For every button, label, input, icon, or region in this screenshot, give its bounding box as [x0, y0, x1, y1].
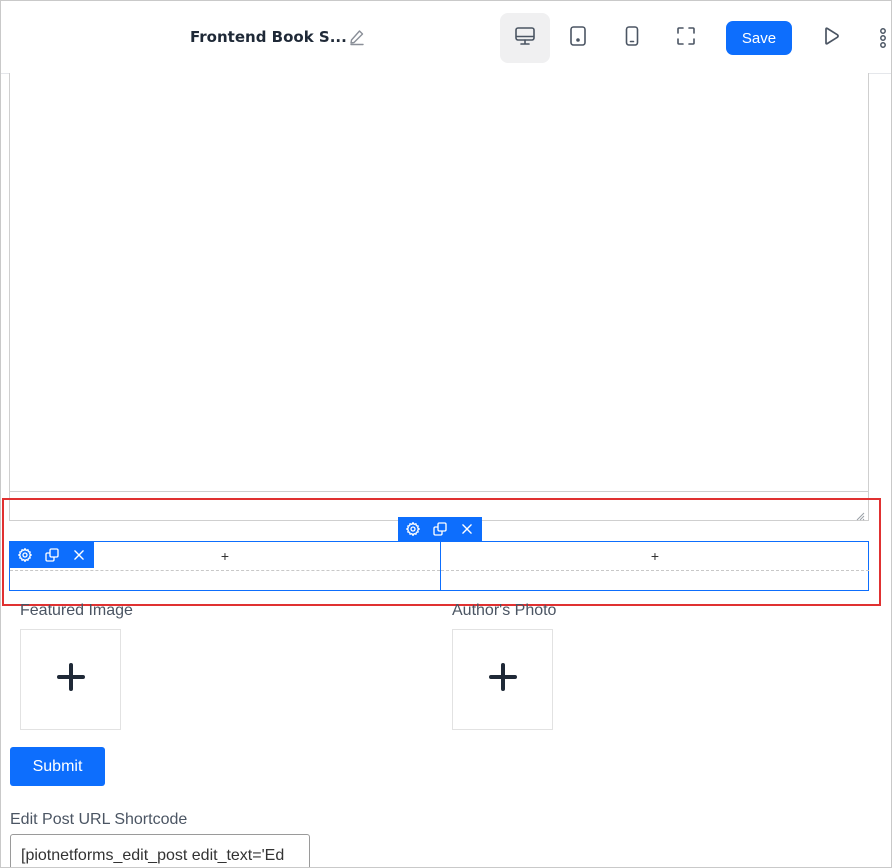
content-editor[interactable] — [9, 73, 869, 492]
fullscreen-button[interactable] — [661, 13, 711, 63]
settings-icon[interactable] — [15, 545, 35, 565]
featured-image-upload[interactable] — [20, 629, 121, 730]
top-bar: Frontend Book S... Save — [1, 1, 891, 74]
plus-icon — [56, 662, 86, 697]
submit-button[interactable]: Submit — [10, 747, 105, 786]
shortcode-label: Edit Post URL Shortcode — [10, 811, 188, 828]
save-button[interactable]: Save — [726, 21, 792, 55]
more-vertical-icon[interactable] — [875, 25, 891, 51]
close-icon[interactable] — [69, 545, 89, 565]
fullscreen-icon — [674, 24, 698, 53]
resize-handle-icon[interactable] — [856, 508, 865, 521]
plus-icon — [488, 662, 518, 697]
duplicate-icon[interactable] — [430, 519, 450, 539]
close-icon[interactable] — [457, 519, 477, 539]
shortcode-input[interactable] — [10, 834, 310, 867]
mobile-view-button[interactable] — [607, 13, 657, 63]
tablet-icon — [566, 24, 590, 53]
desktop-view-button[interactable] — [500, 13, 550, 63]
desktop-icon — [513, 24, 537, 53]
settings-icon[interactable] — [403, 519, 423, 539]
column-1[interactable]: + — [10, 542, 441, 590]
author-photo-label: Author's Photo — [452, 602, 557, 619]
section-row[interactable]: + + — [9, 541, 869, 591]
mobile-icon — [620, 24, 644, 53]
preview-button[interactable] — [806, 13, 856, 63]
app-frame: Frontend Book S... Save + + Featured Ima… — [0, 0, 892, 868]
tablet-view-button[interactable] — [553, 13, 603, 63]
featured-image-label: Featured Image — [20, 602, 133, 619]
pencil-icon[interactable] — [348, 28, 366, 46]
section-toolbar — [398, 517, 482, 541]
play-icon — [819, 24, 843, 53]
page-title: Frontend Book S... — [190, 28, 347, 46]
add-widget-button-column-2[interactable]: + — [441, 542, 869, 571]
column-2[interactable]: + — [441, 542, 869, 590]
duplicate-icon[interactable] — [42, 545, 62, 565]
column-toolbar — [10, 542, 94, 568]
author-photo-upload[interactable] — [452, 629, 553, 730]
